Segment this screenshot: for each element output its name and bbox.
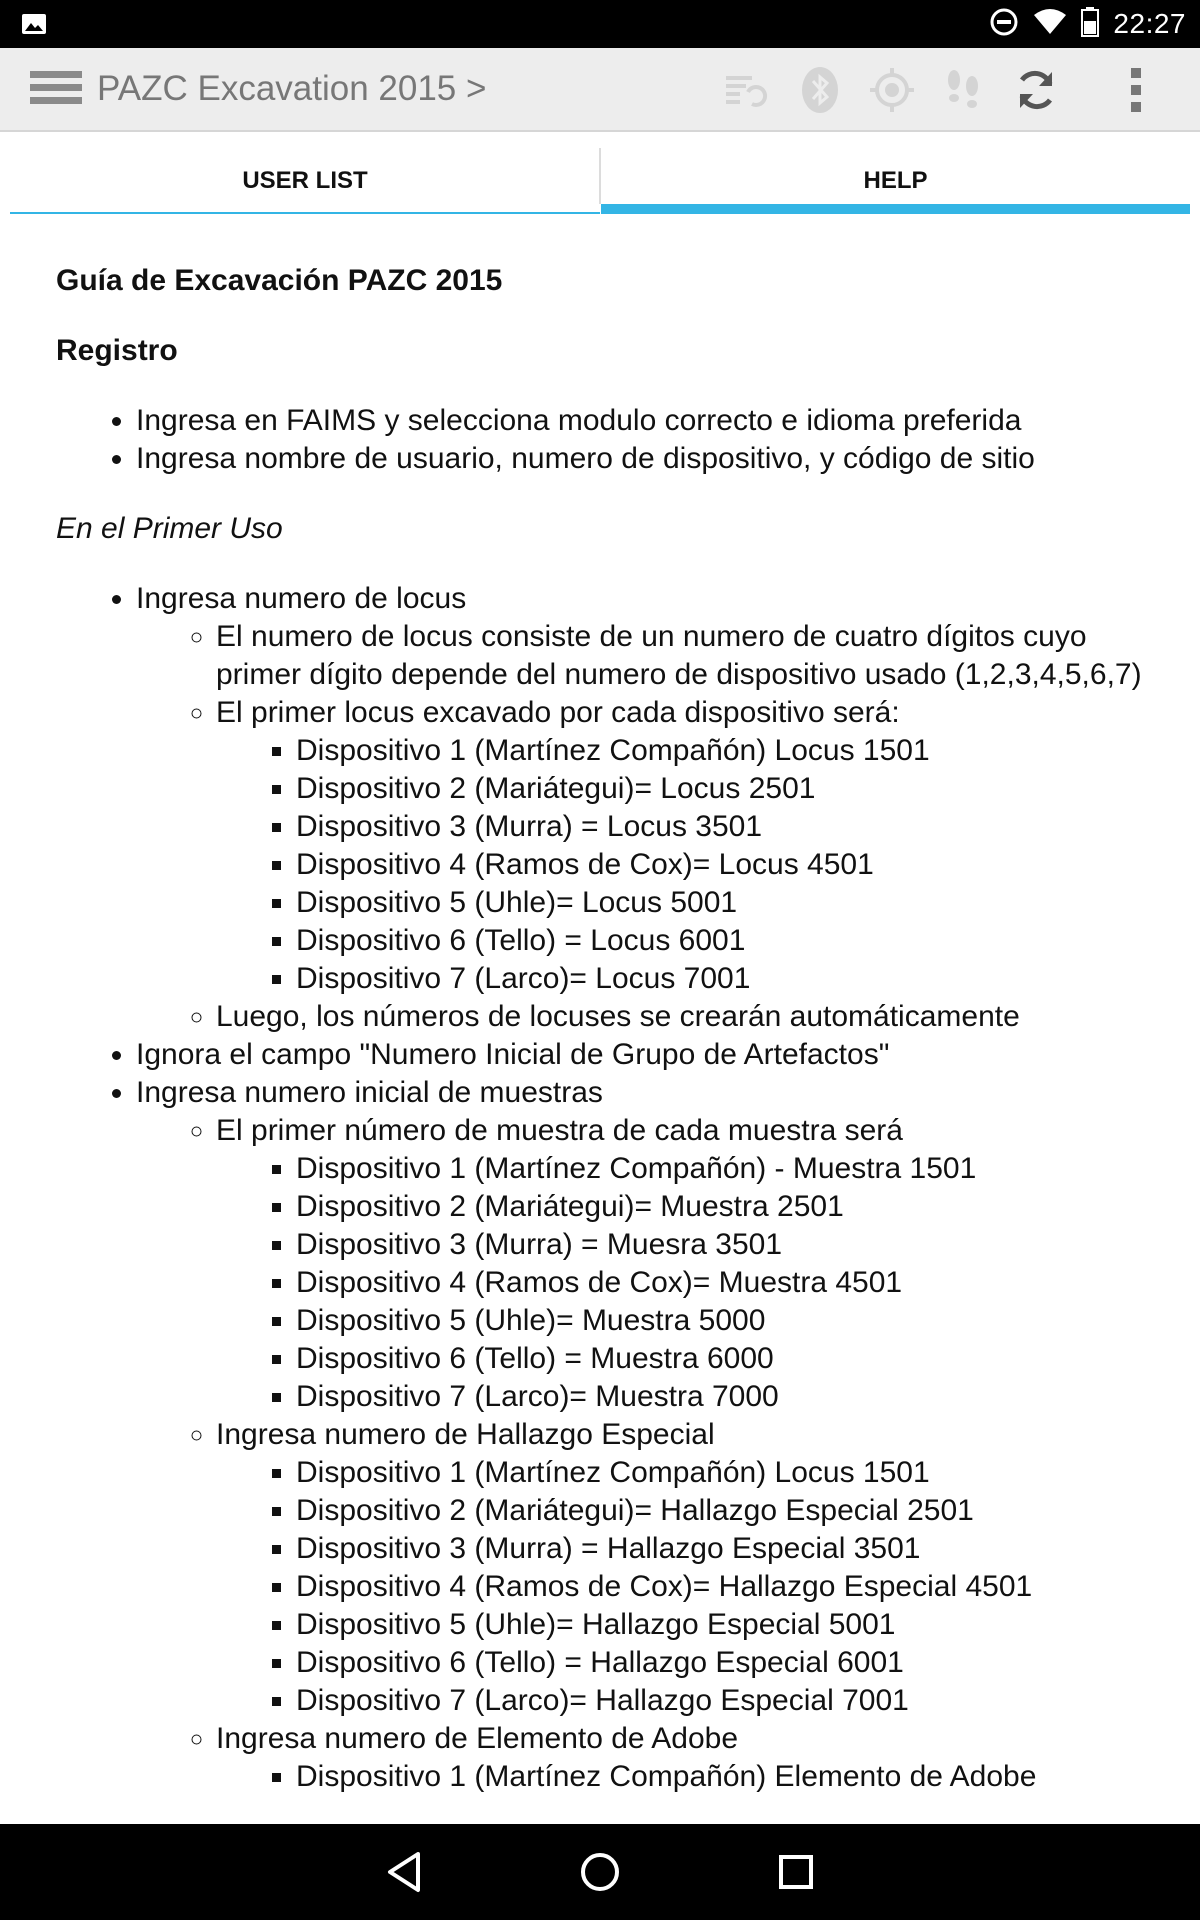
app-title[interactable]: PAZC Excavation 2015 >: [97, 48, 486, 130]
list-item: Dispositivo 3 (Murra) = Locus 3501: [296, 808, 1144, 846]
list-item: Dispositivo 6 (Tello) = Hallazgo Especia…: [296, 1644, 1144, 1682]
list-item: Dispositivo 4 (Ramos de Cox)= Muestra 45…: [296, 1264, 1144, 1302]
list-item: Dispositivo 7 (Larco)= Locus 7001: [296, 960, 1144, 998]
list-item: Ingresa numero de Hallazgo Especial Disp…: [216, 1416, 1144, 1720]
list-item: El numero de locus consiste de un numero…: [216, 618, 1144, 694]
list-item: Dispositivo 1 (Martínez Compañón) - Mues…: [296, 1150, 1144, 1188]
status-bar: 22:27: [0, 0, 1200, 48]
muestras-first-label: El primer número de muestra de cada mues…: [216, 1114, 903, 1147]
list-item: El primer número de muestra de cada mues…: [216, 1112, 1144, 1416]
image-notification-icon: [20, 10, 48, 38]
wifi-icon: [1033, 8, 1067, 41]
list-item: Dispositivo 5 (Uhle)= Hallazgo Especial …: [296, 1606, 1144, 1644]
locus-first-label: El primer locus excavado por cada dispos…: [216, 696, 900, 729]
list-item: Dispositivo 2 (Mariátegui)= Locus 2501: [296, 770, 1144, 808]
list-item: Dispositivo 7 (Larco)= Muestra 7000: [296, 1378, 1144, 1416]
battery-icon: [1081, 6, 1100, 42]
list-item: Luego, los números de locuses se crearán…: [216, 998, 1144, 1036]
list-item: Dispositivo 7 (Larco)= Hallazgo Especial…: [296, 1682, 1144, 1720]
list-item: Dispositivo 5 (Uhle)= Muestra 5000: [296, 1302, 1144, 1340]
list-item: Dispositivo 3 (Murra) = Muesra 3501: [296, 1226, 1144, 1264]
list-item: Dispositivo 2 (Mariátegui)= Muestra 2501: [296, 1188, 1144, 1226]
locus-label: Ingresa numero de locus: [136, 582, 467, 615]
primer-uso-heading: En el Primer Uso: [56, 512, 283, 545]
help-content[interactable]: Guía de Excavación PAZC 2015 Registro In…: [10, 214, 1190, 1824]
navigation-bar: [0, 1824, 1200, 1920]
list-item: Dispositivo 6 (Tello) = Locus 6001: [296, 922, 1144, 960]
app-bar: PAZC Excavation 2015 >: [0, 48, 1200, 132]
list-item: Dispositivo 6 (Tello) = Muestra 6000: [296, 1340, 1144, 1378]
list-item: Dispositivo 3 (Murra) = Hallazgo Especia…: [296, 1530, 1144, 1568]
list-item: Ingresa numero inicial de muestras El pr…: [136, 1074, 1144, 1796]
tab-user-list[interactable]: USER LIST: [10, 148, 600, 214]
sync-list-icon[interactable]: [716, 60, 776, 120]
list-item: Dispositivo 1 (Martínez Compañón) Locus …: [296, 732, 1144, 770]
registro-heading: Registro: [56, 334, 178, 367]
list-item: Ingresa numero de locus El numero de loc…: [136, 580, 1144, 1036]
list-item: Dispositivo 2 (Mariátegui)= Hallazgo Esp…: [296, 1492, 1144, 1530]
list-item: Ingresa nombre de usuario, numero de dis…: [136, 440, 1144, 478]
overflow-menu-icon[interactable]: [1106, 60, 1166, 120]
recents-icon[interactable]: [766, 1842, 826, 1902]
tab-selected-indicator: [601, 204, 1190, 214]
list-item: Ingresa en FAIMS y selecciona modulo cor…: [136, 402, 1144, 440]
list-item: Ignora el campo "Numero Inicial de Grupo…: [136, 1036, 1144, 1074]
back-icon[interactable]: [374, 1842, 434, 1902]
do-not-disturb-icon: [989, 7, 1019, 42]
tracking-footprints-icon[interactable]: [934, 60, 994, 120]
list-item: Dispositivo 4 (Ramos de Cox)= Locus 4501: [296, 846, 1144, 884]
list-item: Dispositivo 4 (Ramos de Cox)= Hallazgo E…: [296, 1568, 1144, 1606]
bluetooth-icon[interactable]: [790, 60, 850, 120]
sync-icon[interactable]: [1006, 60, 1066, 120]
list-item: El primer locus excavado por cada dispos…: [216, 694, 1144, 998]
registro-list: Ingresa en FAIMS y selecciona modulo cor…: [56, 402, 1144, 478]
clock-time: 22:27: [1113, 8, 1186, 39]
hallazgo-label: Ingresa numero de Hallazgo Especial: [216, 1418, 715, 1451]
list-item: Dispositivo 1 (Martínez Compañón) Elemen…: [296, 1758, 1144, 1796]
primer-uso-list: Ingresa numero de locus El numero de loc…: [56, 580, 1144, 1796]
home-icon[interactable]: [570, 1842, 630, 1902]
list-item: Dispositivo 1 (Martínez Compañón) Locus …: [296, 1454, 1144, 1492]
menu-icon[interactable]: [30, 71, 82, 111]
muestras-label: Ingresa numero inicial de muestras: [136, 1076, 603, 1109]
gps-icon[interactable]: [862, 60, 922, 120]
help-title: Guía de Excavación PAZC 2015: [56, 264, 503, 297]
list-item: Dispositivo 5 (Uhle)= Locus 5001: [296, 884, 1144, 922]
adobe-label: Ingresa numero de Elemento de Adobe: [216, 1722, 739, 1755]
tab-bar: USER LIST HELP: [10, 148, 1190, 214]
list-item: Ingresa numero de Elemento de Adobe Disp…: [216, 1720, 1144, 1796]
